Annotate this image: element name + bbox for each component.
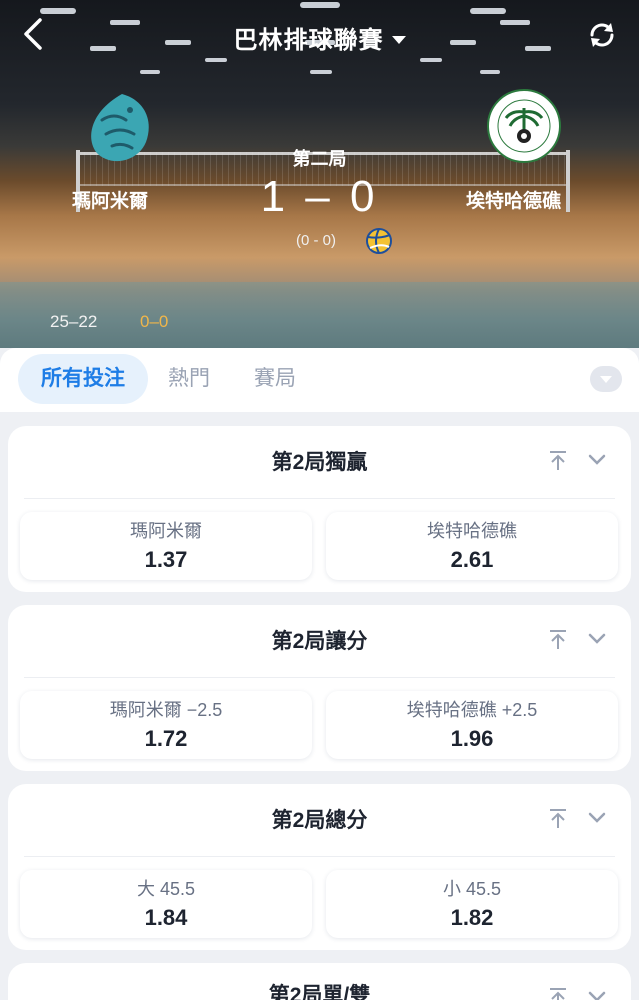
pin-to-top-icon [550,988,566,1000]
odds-button-away[interactable]: 埃特哈德礁 2.61 [326,512,618,580]
odds-label: 瑪阿米爾 −2.5 [109,700,223,720]
chevron-down-icon [588,991,606,1000]
market-header[interactable]: 第2局單/雙 [8,963,631,1000]
market-header[interactable]: 第2局獨贏 [8,426,631,496]
market-title: 第2局獨贏 [271,451,368,474]
odds-price: 1.37 [144,547,188,572]
market-title: 第2局讓分 [271,630,368,653]
chevron-down-icon [588,454,606,465]
match-score: 1 – 0 [260,172,379,221]
odds-button-home-handicap[interactable]: 瑪阿米爾 −2.5 1.72 [20,691,312,759]
pin-to-top-button[interactable] [546,985,570,1000]
divider [24,498,615,499]
league-title: 巴林排球聯賽 [233,27,384,54]
collapse-button[interactable] [586,806,608,828]
odds-button-under[interactable]: 小 45.5 1.82 [326,870,618,938]
divider [24,677,615,678]
current-set-label: 第二局 [292,149,347,169]
odds-button-away-handicap[interactable]: 埃特哈德礁 +2.5 1.96 [326,691,618,759]
odds-price: 2.61 [450,547,494,572]
top-bar: 巴林排球聯賽 [0,0,639,70]
league-selector[interactable]: 巴林排球聯賽 [0,20,639,55]
tab-popular[interactable]: 熱門 [168,354,210,404]
odds-label: 小 45.5 [442,879,502,899]
collapse-button[interactable] [586,985,608,1000]
market-card: 第2局獨贏 瑪阿米爾 1.37 埃特哈德礁 2.61 [8,426,631,592]
collapse-button[interactable] [586,448,608,470]
current-set-score: 0–0 [140,312,169,331]
refresh-icon [590,23,614,47]
odds-button-home[interactable]: 瑪阿米爾 1.37 [20,512,312,580]
set-points-score: (0 - 0) [296,232,337,249]
market-header[interactable]: 第2局總分 [8,784,631,854]
odds-price: 1.82 [450,905,494,930]
market-card: 第2局總分 大 45.5 1.84 小 45.5 1.82 [8,784,631,950]
tab-all-bets[interactable]: 所有投注 [18,354,148,404]
dropdown-caret-icon [391,35,406,44]
market-title: 第2局總分 [271,809,368,832]
pin-to-top-button[interactable] [546,806,570,832]
odds-label: 埃特哈德礁 +2.5 [406,700,538,720]
chevron-down-icon [588,812,606,823]
chevron-down-icon [588,633,606,644]
pin-to-top-button[interactable] [546,627,570,653]
divider [24,856,615,857]
pin-to-top-button[interactable] [546,448,570,474]
pin-to-top-icon [550,451,566,470]
bet-category-tabs: 所有投注 熱門 賽局 [0,348,639,412]
volleyball-icon [365,227,393,255]
market-card: 第2局讓分 瑪阿米爾 −2.5 1.72 埃特哈德礁 +2.5 1.96 [8,605,631,771]
pin-to-top-icon [550,809,566,828]
odds-label: 埃特哈德礁 [427,521,517,541]
odds-label: 大 45.5 [136,879,196,899]
previous-set-score: 25–22 [50,312,98,331]
market-title: 第2局單/雙 [268,984,371,1000]
collapse-button[interactable] [586,627,608,649]
pin-to-top-icon [550,630,566,649]
tabs-expand-button[interactable] [590,366,622,392]
odds-price: 1.84 [144,905,188,930]
market-card: 第2局單/雙 [8,963,631,1000]
tab-sets[interactable]: 賽局 [254,354,296,404]
market-header[interactable]: 第2局讓分 [8,605,631,675]
odds-label: 瑪阿米爾 [130,521,202,541]
odds-price: 1.96 [450,726,494,751]
odds-price: 1.72 [144,726,188,751]
refresh-button[interactable] [586,20,618,50]
odds-button-over[interactable]: 大 45.5 1.84 [20,870,312,938]
